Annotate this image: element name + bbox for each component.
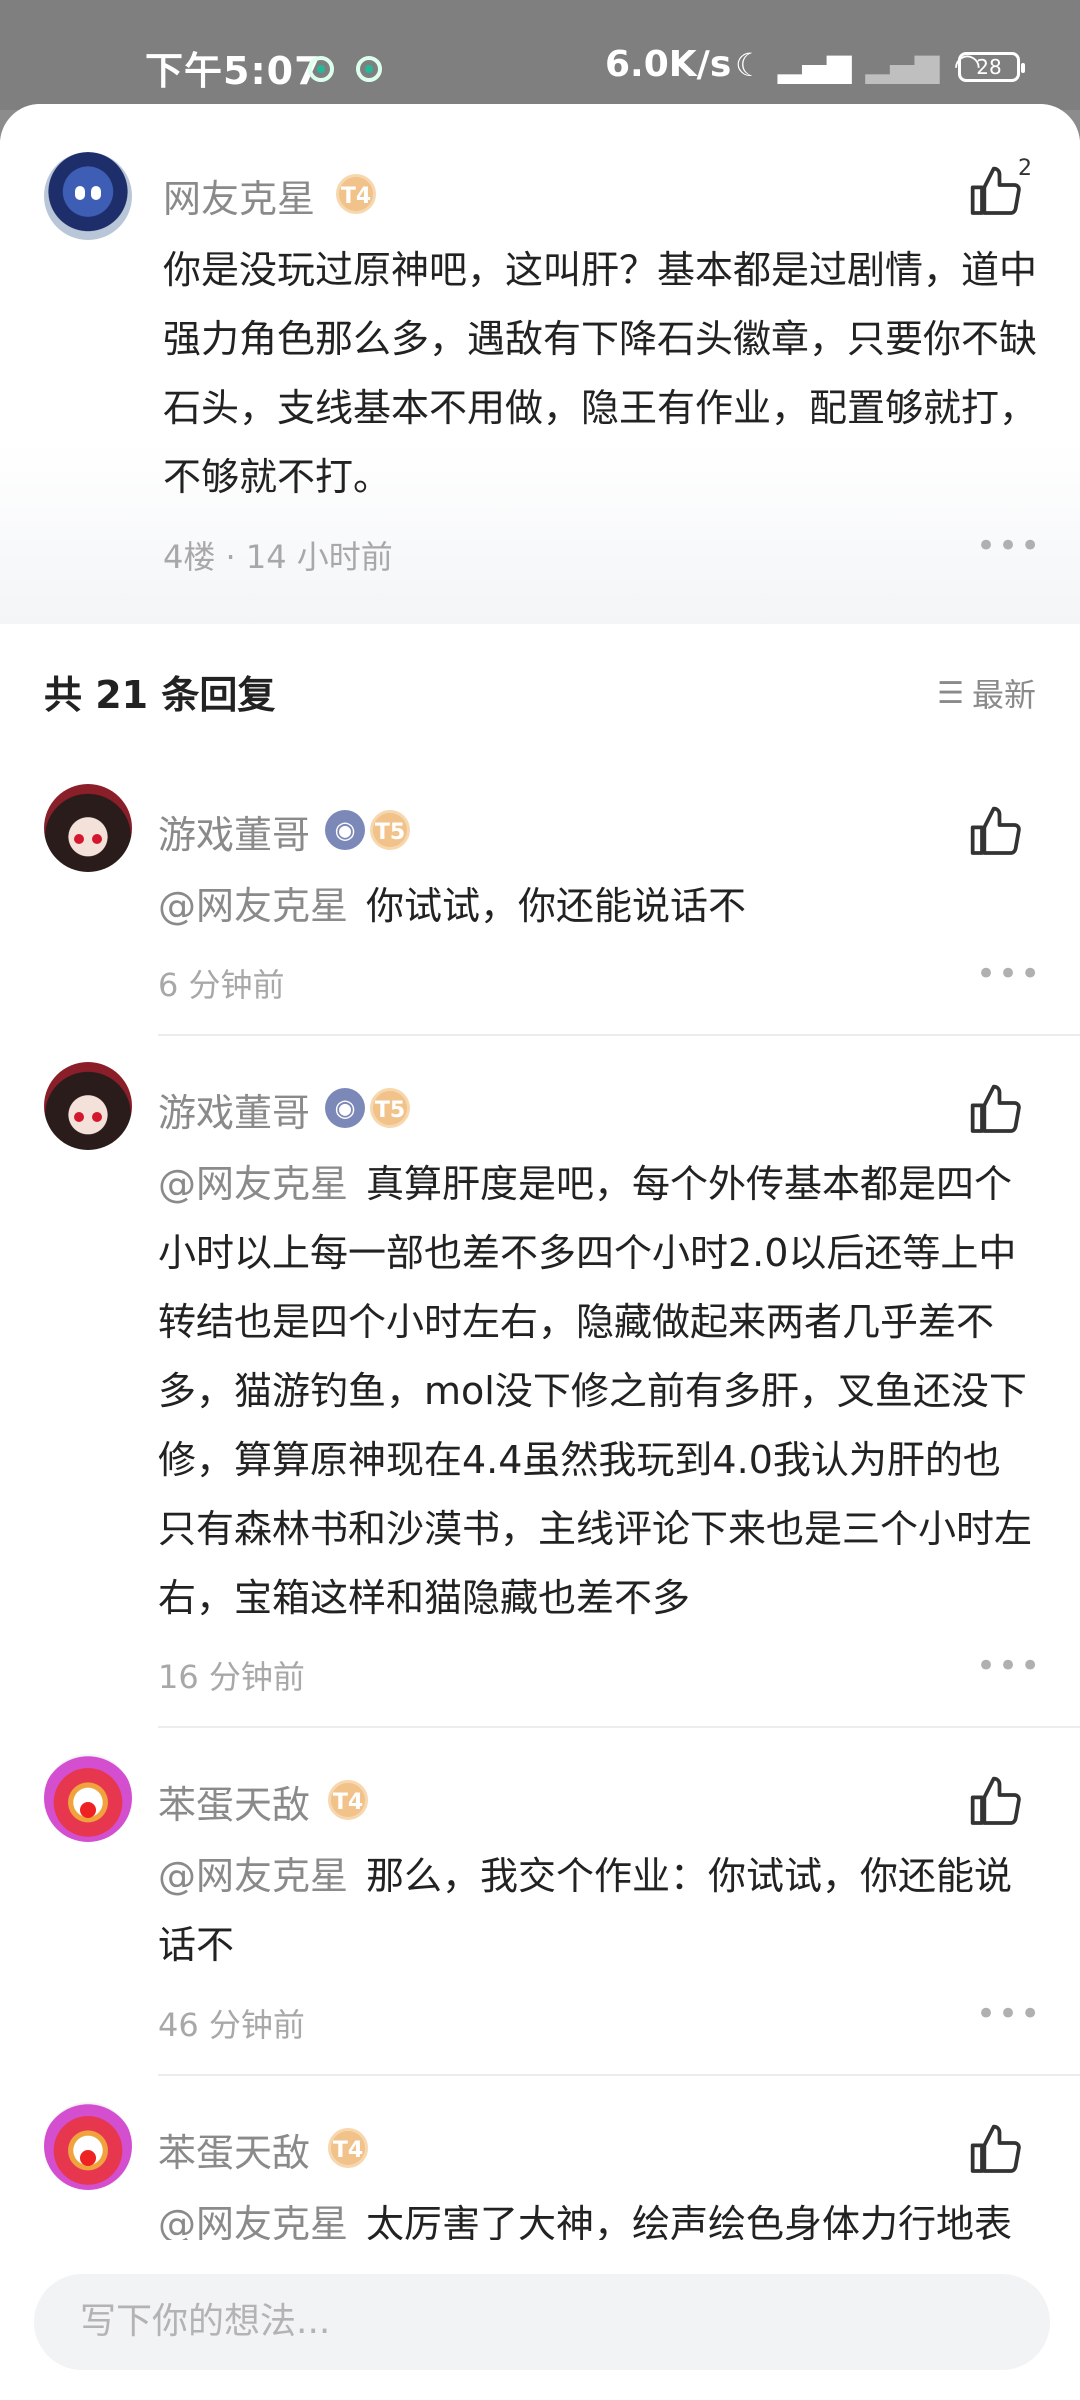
like-button[interactable]: [968, 1082, 1028, 1142]
network-speed: 6.0K/s: [605, 44, 732, 85]
parent-comment: 网友克星 T4 2 你是没玩过原神吧，这叫肝？基本都是过剧情，道中强力角色那么多…: [0, 104, 1080, 624]
level-badge: T4: [328, 2128, 368, 2168]
thumbs-up-icon: [970, 166, 1021, 215]
more-dots-icon[interactable]: •••: [976, 1994, 1042, 2034]
moon-icon: ☾: [735, 46, 764, 84]
replies-count: 共 21 条回复: [44, 673, 276, 717]
avatar[interactable]: [44, 2102, 132, 2190]
status-bar: 下午5:07 6.0K/s ☾ ▂▄▆ ▂▄▆ ◠ 28: [0, 0, 1080, 110]
like-button[interactable]: [968, 2122, 1028, 2182]
thumbs-up-icon: [970, 1084, 1021, 1133]
battery-icon: 28: [958, 52, 1025, 82]
level-badge: T5: [370, 1088, 410, 1128]
like-count: 2: [1018, 156, 1032, 181]
username[interactable]: 网友克星: [163, 168, 315, 223]
avatar[interactable]: [44, 1062, 132, 1150]
mention-link[interactable]: @网友克星: [158, 1162, 348, 1206]
reply-text: @网友克星 真算肝度是吧，每个外传基本都是四个小时以上每一部也差不多四个小时2.0…: [158, 1150, 1038, 1633]
username[interactable]: 游戏董哥: [158, 1082, 310, 1137]
more-dots-icon[interactable]: •••: [976, 526, 1042, 566]
username[interactable]: 游戏董哥: [158, 804, 310, 859]
status-time: 下午5:07: [145, 49, 322, 93]
mention-link[interactable]: @网友克星: [158, 1854, 348, 1898]
reply-text: @网友克星 你试试，你还能说话不: [158, 872, 1038, 941]
thumbs-up-icon: [970, 806, 1021, 855]
level-badge: T4: [328, 1780, 368, 1820]
game-badge-icon: ◉: [325, 1088, 365, 1128]
reply-text: @网友克星 那么，我交个作业：你试试，你还能说话不: [158, 1842, 1038, 1980]
like-button[interactable]: [968, 804, 1028, 864]
like-button[interactable]: [968, 1774, 1028, 1834]
username[interactable]: 苯蛋天敌: [158, 1774, 310, 1829]
reply-time: 46 分钟前: [158, 2006, 305, 2044]
more-dots-icon[interactable]: •••: [976, 954, 1042, 994]
comment-meta: 4楼 · 14 小时前: [163, 538, 393, 576]
thumbs-up-icon: [970, 1776, 1021, 1825]
notification-icon: [356, 56, 382, 82]
comment-text: 你是没玩过原神吧，这叫肝？基本都是过剧情，道中强力角色那么多，遇敌有下降石头徽章…: [163, 248, 1038, 499]
notification-icon: [308, 56, 334, 82]
game-badge-icon: ◉: [325, 810, 365, 850]
comment-sheet: 网友克星 T4 2 你是没玩过原神吧，这叫肝？基本都是过剧情，道中强力角色那么多…: [0, 104, 1080, 2400]
sort-button[interactable]: ☰ 最新: [937, 670, 1036, 716]
sort-list-icon: ☰: [937, 675, 964, 711]
signal-weak-icon: ▂▄▆: [865, 46, 940, 84]
divider: [158, 1034, 1080, 1036]
level-badge: T5: [370, 810, 410, 850]
sort-label: 最新: [971, 676, 1036, 714]
reply-body: 你试试，你还能说话不: [366, 884, 747, 928]
thumbs-up-icon: [970, 2124, 1021, 2173]
signal-icon: ▂▄▆: [777, 46, 852, 84]
divider: [158, 2074, 1080, 2076]
avatar[interactable]: [44, 152, 132, 240]
mention-link[interactable]: @网友克星: [158, 884, 348, 928]
reply-time: 6 分钟前: [158, 966, 285, 1004]
reply-time: 16 分钟前: [158, 1658, 305, 1696]
divider: [158, 1726, 1080, 1728]
status-icons: ☾ ▂▄▆ ▂▄▆ ◠: [735, 46, 981, 84]
more-dots-icon[interactable]: •••: [976, 1646, 1042, 1686]
comment-input[interactable]: 写下你的想法...: [34, 2274, 1050, 2370]
reply-body: 真算肝度是吧，每个外传基本都是四个小时以上每一部也差不多四个小时2.0以后还等上…: [158, 1162, 1033, 1620]
level-badge: T4: [336, 174, 376, 214]
avatar[interactable]: [44, 1754, 132, 1842]
username[interactable]: 苯蛋天敌: [158, 2122, 310, 2177]
avatar[interactable]: [44, 784, 132, 872]
